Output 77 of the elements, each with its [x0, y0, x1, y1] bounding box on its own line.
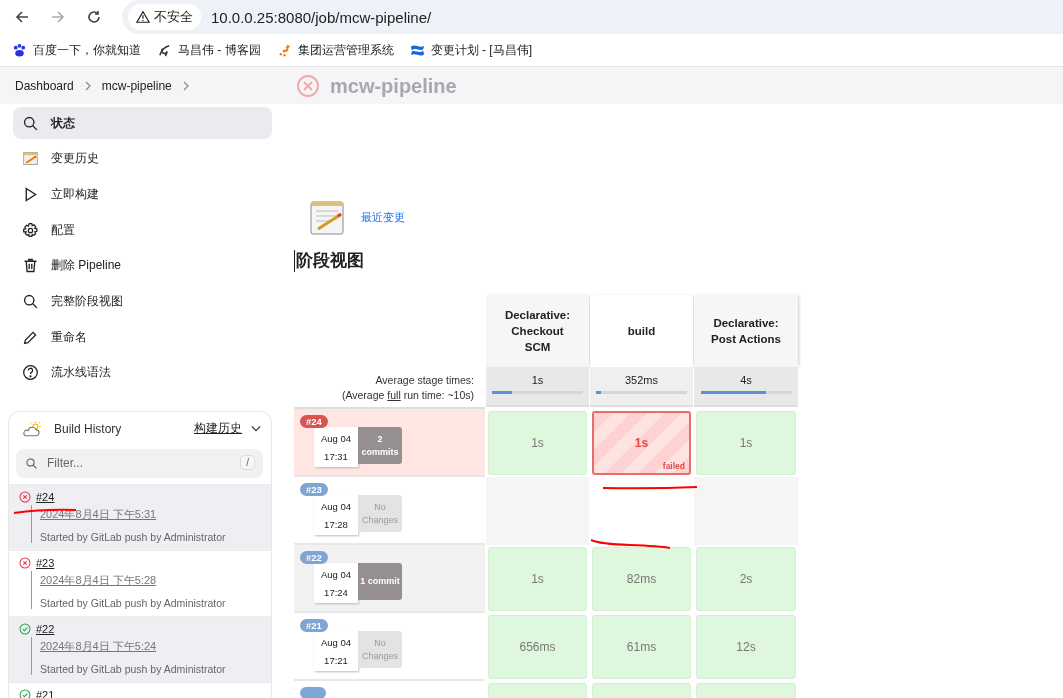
build-history-item[interactable]: #22 2024年8月4日 下午5:24 Started by GitLab push by Administrator [9, 615, 271, 682]
chevron-icon[interactable] [181, 80, 190, 91]
full-link[interactable]: full [387, 388, 401, 401]
run-date: Aug 04 17:28 [314, 495, 358, 535]
sidebar-item[interactable]: 删除 Pipeline [13, 249, 272, 282]
average-label: Average stage times: [375, 373, 474, 386]
sidebar-item[interactable]: 流水线语法 [13, 356, 272, 389]
notepad-icon [22, 150, 39, 168]
search-icon [22, 292, 39, 310]
build-history-item[interactable]: #21 [9, 681, 271, 698]
reload-icon[interactable] [86, 9, 102, 25]
trash-icon [22, 257, 39, 275]
build-link[interactable]: #23 [36, 556, 55, 569]
search-icon [25, 456, 38, 470]
bookmark[interactable]: 马昌伟 - 博客园 [157, 41, 261, 59]
run-badge[interactable]: #24 [300, 415, 328, 428]
stage-header: Declarative: Checkout SCM [486, 295, 589, 367]
average-time: 4s [740, 374, 752, 386]
security-chip[interactable]: 不安全 [128, 4, 201, 30]
stage-cell[interactable]: 12s [696, 615, 796, 679]
sidebar-item[interactable]: 配置 [13, 214, 272, 247]
run-date: Aug 04 17:31 [314, 427, 358, 467]
build-date-link[interactable]: 2024年8月4日 下午5:28 [40, 572, 157, 588]
stage-cell[interactable]: 61ms [592, 615, 691, 679]
stage-cell[interactable]: 82ms [592, 547, 691, 611]
empty-stage-cell[interactable] [694, 477, 798, 545]
sidebar-item[interactable]: 重命名 [13, 321, 272, 354]
run-date: Aug 04 17:21 [314, 631, 358, 671]
chevron-icon[interactable] [83, 80, 92, 91]
forward-icon[interactable] [50, 9, 66, 25]
breadcrumb-link[interactable]: Dashboard [15, 78, 74, 93]
build-cause: Started by GitLab push by Administrator [40, 530, 226, 543]
stage-cell[interactable]: 656ms [488, 615, 587, 679]
breadcrumb-link[interactable]: mcw-pipeline [101, 78, 172, 93]
section-heading: 阶段视图 [294, 250, 1063, 272]
job-title: mcw-pipeline [330, 74, 457, 98]
build-link[interactable]: #22 [36, 622, 55, 635]
run-date: Aug 04 17:24 [314, 563, 358, 603]
stage-cell[interactable]: 2s [696, 547, 796, 611]
search-icon [22, 114, 39, 132]
caret-icon[interactable] [251, 425, 261, 433]
run-badge[interactable] [300, 687, 326, 698]
failed-status-icon [296, 74, 320, 98]
stage-header: Declarative: Post Actions [694, 295, 798, 367]
build-history-link[interactable]: 构建历史 [194, 420, 242, 438]
sidebar-item[interactable]: 变更历史 [13, 142, 272, 175]
stage-cell[interactable]: 1s [488, 547, 587, 611]
build-cause: Started by GitLab push by Administrator [40, 596, 226, 609]
back-icon[interactable] [14, 9, 30, 25]
help-icon [22, 364, 39, 382]
build-date-link[interactable]: 2024年8月4日 下午5:24 [40, 638, 157, 654]
sidebar-item[interactable]: 状态 [13, 107, 272, 139]
paw-logo-icon [12, 42, 27, 58]
bookmark[interactable]: 百度一下，你就知道 [12, 41, 141, 59]
bookmark[interactable]: 变更计划 - [马昌伟] [409, 41, 532, 59]
average-time: 352ms [625, 374, 658, 386]
settings-icon [22, 221, 39, 239]
stage-cell[interactable]: 1s [488, 411, 587, 475]
build-cause: Started by GitLab push by Administrator [40, 662, 226, 675]
bookmark[interactable]: 集团运营管理系统 [276, 41, 394, 59]
address-bar[interactable]: 不安全 10.0.0.25:8080/job/mcw-pipeline/ [122, 0, 1063, 34]
build-link[interactable]: #24 [36, 490, 55, 503]
build-history-item[interactable]: #23 2024年8月4日 下午5:28 Started by GitLab push by Administrator [9, 549, 271, 616]
stage-cell[interactable]: 1s [696, 411, 796, 475]
bookmark-logo-icon [157, 42, 172, 58]
url-text: 10.0.0.25:8080/job/mcw-pipeline/ [211, 8, 432, 26]
average-run-time: (Average full run time: ~10s) [341, 388, 474, 401]
wave-logo-icon [409, 42, 425, 58]
warning-icon [136, 10, 150, 24]
panel-title: Build History [54, 421, 123, 436]
stage-header: build [590, 295, 693, 367]
average-time: 1s [531, 374, 544, 386]
weather-cloud-sun-icon [22, 419, 42, 438]
sidebar-item[interactable]: 立即构建 [13, 178, 272, 211]
build-link[interactable]: #21 [36, 688, 55, 698]
recent-changes-link[interactable]: 最近变更 [361, 209, 405, 225]
sidebar-item[interactable]: 完整阶段视图 [13, 285, 272, 318]
